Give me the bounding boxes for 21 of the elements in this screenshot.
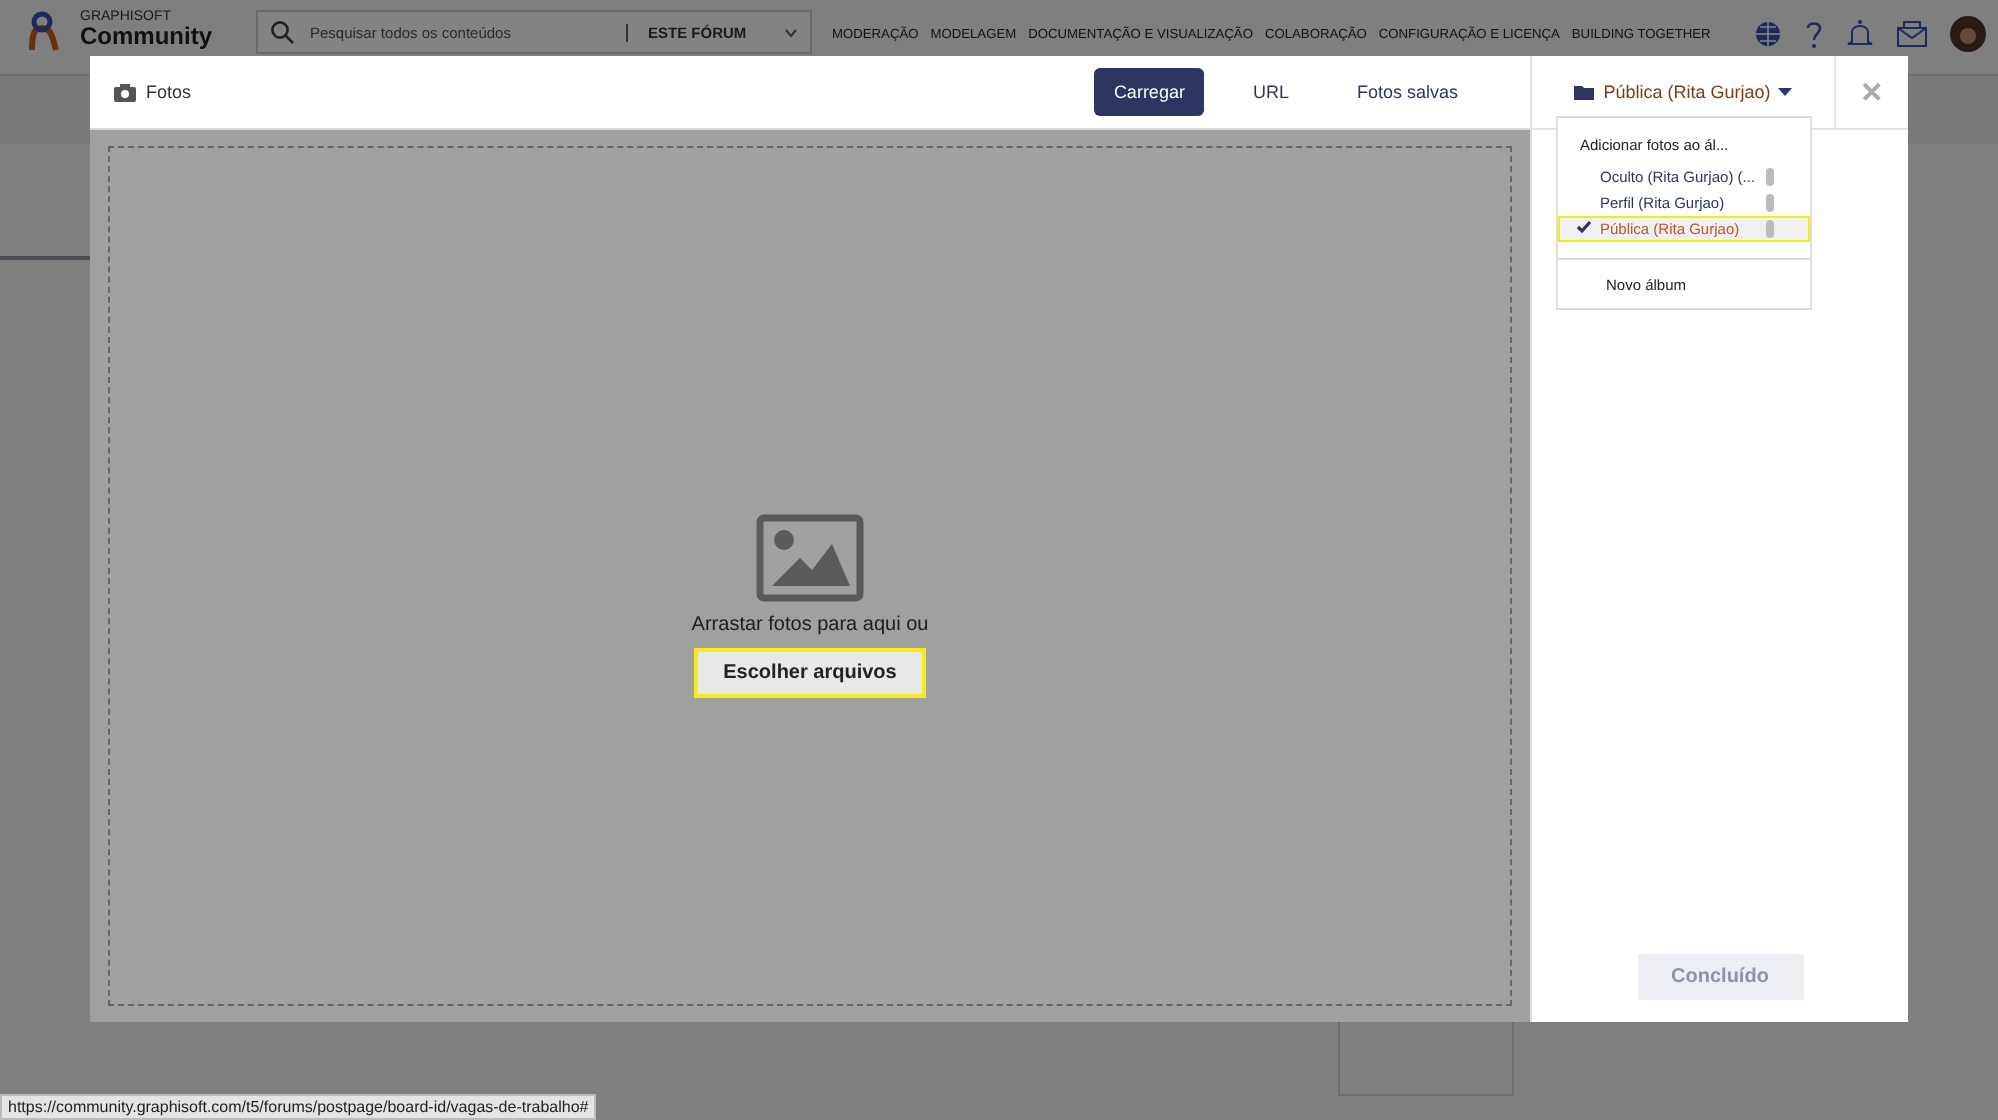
choose-files-button[interactable]: Escolher arquivos <box>693 648 927 698</box>
chevron-icon[interactable] <box>784 27 798 37</box>
drop-hint: Arrastar fotos para aqui ou <box>691 614 929 636</box>
drop-zone[interactable]: Arrastar fotos para aqui ou Escolher arquivos <box>108 146 1512 1006</box>
camera-icon <box>114 83 136 101</box>
bell-icon[interactable] <box>1846 18 1874 50</box>
search-icon <box>270 20 294 44</box>
globe-icon[interactable] <box>1754 20 1782 48</box>
status-url: https://community.graphisoft.com/t5/forums/postpage/board-id/vagas-de-trabalho# <box>0 1094 597 1120</box>
help-icon[interactable] <box>1804 18 1824 50</box>
tab[interactable]: URL <box>1232 68 1309 116</box>
avatar-icon[interactable] <box>1950 16 1986 52</box>
brand-title: Community <box>80 24 214 48</box>
tab[interactable]: Carregar <box>1093 68 1205 116</box>
dialog-title: Fotos <box>146 82 192 102</box>
folder-icon <box>1573 83 1596 101</box>
mail-icon[interactable] <box>1896 20 1928 48</box>
check-icon <box>1576 220 1592 234</box>
image-icon <box>756 514 864 602</box>
caret-icon <box>1778 88 1793 96</box>
tab[interactable]: Fotos salvas <box>1336 68 1478 116</box>
